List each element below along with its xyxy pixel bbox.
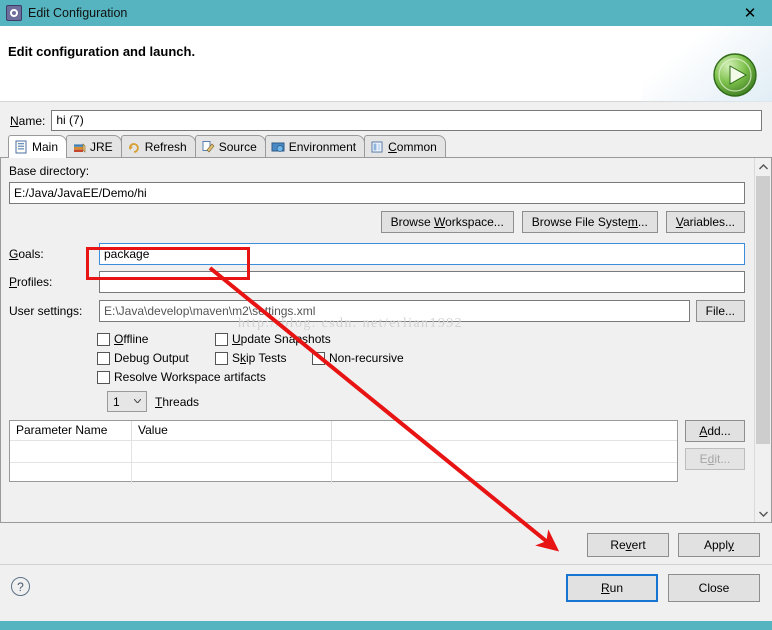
window-title: Edit Configuration — [28, 6, 128, 20]
column-header-spacer — [332, 421, 677, 440]
tab-jre[interactable]: JRE — [66, 135, 122, 157]
checkbox-debug-output[interactable]: Debug Output — [97, 351, 215, 365]
threads-label: Threads — [155, 394, 200, 409]
browse-button-row: Browse Workspace... Browse File System..… — [9, 211, 745, 233]
refresh-icon — [127, 140, 141, 154]
checkbox-box — [215, 351, 228, 365]
panel-scrollbar[interactable] — [754, 158, 771, 522]
table-side-buttons: Add... Edit... — [685, 420, 745, 470]
checkbox-box — [97, 370, 110, 384]
column-header-value: Value — [132, 421, 332, 440]
close-button[interactable]: Close — [668, 574, 760, 602]
close-icon[interactable]: ✕ — [728, 0, 772, 26]
browse-file-system-button[interactable]: Browse File System... — [521, 211, 658, 233]
user-settings-file-button[interactable]: File... — [695, 300, 745, 322]
checkbox-label: Non-recursive — [329, 351, 404, 365]
tab-label: Main — [32, 140, 59, 154]
scroll-up-icon[interactable] — [755, 158, 771, 175]
profiles-label: Profiles: — [9, 275, 53, 289]
checkbox-label: Offline — [114, 332, 149, 346]
source-icon — [201, 140, 215, 154]
name-label: Name: — [10, 113, 46, 128]
bottom-accent-strip — [0, 621, 772, 630]
main-tab-content: Base directory: E:/Java/JavaEE/Demo/hi B… — [1, 158, 753, 522]
checkbox-box — [97, 332, 110, 346]
checkbox-group: Offline Update Snapshots Debug Output Sk… — [9, 332, 745, 412]
tab-bar: Main JRE Refresh Source Environment Comm… — [0, 135, 772, 158]
checkbox-skip-tests[interactable]: Skip Tests — [215, 351, 312, 365]
parameters-table[interactable]: Parameter Name Value — [9, 420, 678, 484]
tab-label: JRE — [90, 139, 113, 154]
table-row[interactable] — [10, 462, 677, 484]
chevron-down-icon — [134, 399, 141, 403]
tab-main[interactable]: Main — [8, 135, 68, 158]
checkbox-non-recursive[interactable]: Non-recursive — [312, 351, 404, 365]
checkbox-resolve-workspace-artifacts[interactable]: Resolve Workspace artifacts — [97, 370, 266, 384]
column-header-parameter-name: Parameter Name — [10, 421, 132, 440]
checkbox-label: Update Snapshots — [232, 332, 331, 346]
tab-label: Environment — [288, 139, 357, 154]
checkbox-offline[interactable]: Offline — [97, 332, 215, 346]
base-directory-input[interactable]: E:/Java/JavaEE/Demo/hi — [9, 182, 745, 204]
scroll-down-icon[interactable] — [755, 505, 771, 522]
books-icon — [72, 140, 86, 154]
common-icon — [370, 140, 384, 154]
tab-label: Refresh — [144, 139, 187, 154]
checkbox-box — [312, 351, 325, 365]
tab-common[interactable]: Common — [364, 135, 446, 157]
dialog-footer: ? Run Close — [0, 564, 772, 630]
tab-refresh[interactable]: Refresh — [120, 135, 196, 157]
document-icon — [14, 140, 28, 154]
checkbox-update-snapshots[interactable]: Update Snapshots — [215, 332, 331, 346]
footer-buttons: Run Close — [566, 574, 760, 602]
add-parameter-button[interactable]: Add... — [685, 420, 745, 442]
help-icon[interactable]: ? — [11, 577, 30, 596]
profiles-input[interactable] — [99, 271, 745, 293]
dialog-header: Edit configuration and launch. — [0, 26, 772, 102]
dialog-body: Name: hi (7) Main JRE Refresh Source Env… — [0, 102, 772, 630]
apply-bar: Revert Apply — [0, 523, 772, 566]
run-button[interactable]: Run — [566, 574, 658, 602]
browse-workspace-button[interactable]: Browse Workspace... — [380, 211, 514, 233]
scrollbar-thumb[interactable] — [756, 176, 770, 444]
parameters-area: Parameter Name Value Add... Edit... — [9, 420, 745, 484]
checkbox-box — [215, 332, 228, 346]
main-tab-panel: Base directory: E:/Java/JavaEE/Demo/hi B… — [0, 158, 772, 523]
checkbox-box — [97, 351, 110, 365]
checkbox-label: Debug Output — [114, 351, 189, 365]
user-settings-label: User settings: — [9, 304, 83, 318]
gear-icon — [6, 5, 22, 21]
tab-label: Source — [218, 139, 257, 154]
tab-environment[interactable]: Environment — [264, 135, 366, 157]
checkbox-label: Skip Tests — [232, 351, 287, 365]
base-directory-label: Base directory: — [9, 164, 90, 178]
tab-label: Common — [388, 139, 437, 154]
user-settings-input[interactable]: E:\Java\develop\maven\m2\settings.xml — [99, 300, 690, 322]
name-input[interactable]: hi (7) — [51, 110, 762, 131]
apply-button[interactable]: Apply — [678, 533, 760, 557]
variables-button[interactable]: Variables... — [665, 211, 745, 233]
checkbox-label: Resolve Workspace artifacts — [114, 370, 266, 384]
tab-source[interactable]: Source — [194, 135, 266, 157]
table-row[interactable] — [10, 440, 677, 462]
goals-input[interactable]: package — [99, 243, 745, 265]
goals-label: Goals: — [9, 247, 44, 261]
environment-icon — [271, 140, 285, 154]
header-headline: Edit configuration and launch. — [8, 44, 196, 59]
edit-parameter-button[interactable]: Edit... — [685, 448, 745, 470]
table-header-row: Parameter Name Value — [10, 421, 677, 440]
window-titlebar: Edit Configuration ✕ — [0, 0, 772, 26]
revert-button[interactable]: Revert — [587, 533, 669, 557]
name-row: Name: hi (7) — [0, 102, 772, 135]
threads-select[interactable]: 1 — [107, 391, 147, 412]
run-play-icon — [712, 52, 758, 98]
threads-value: 1 — [113, 394, 120, 409]
